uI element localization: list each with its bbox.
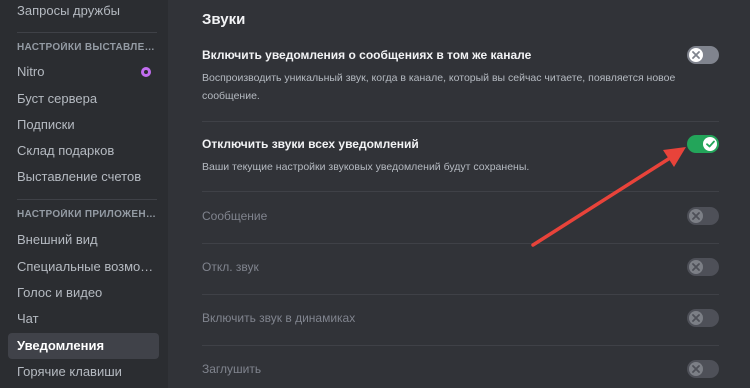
- sidebar-item-accessibility[interactable]: Специальные возмож...: [8, 254, 159, 280]
- sidebar-item-gift-inventory[interactable]: Склад подарков: [8, 138, 159, 164]
- sidebar-item-voice-video[interactable]: Голос и видео: [8, 280, 159, 306]
- setting-divider: [202, 191, 719, 192]
- sidebar-item-friend-requests[interactable]: Запросы дружбы: [8, 0, 159, 24]
- toggle-deafen-sound[interactable]: [687, 360, 719, 378]
- setting-title-mute: Откл. звук: [202, 260, 259, 274]
- setting-divider: [202, 243, 719, 244]
- setting-title-same-channel: Включить уведомления о сообщениях в том …: [202, 48, 532, 62]
- page-title: Звуки: [202, 11, 246, 28]
- sidebar-item-notifications[interactable]: Уведомления: [8, 333, 159, 359]
- check-icon: [703, 137, 717, 151]
- nitro-icon: [141, 67, 151, 77]
- setting-title-unmute-speakers: Включить звук в динамиках: [202, 311, 356, 325]
- setting-divider: [202, 294, 719, 295]
- sidebar-section-header-billing: НАСТРОЙКИ ВЫСТАВЛЕН...: [17, 42, 157, 53]
- x-icon: [689, 260, 703, 274]
- setting-description-disable-all-sounds: Ваши текущие настройки звуковых уведомле…: [202, 161, 530, 173]
- setting-title-message: Сообщение: [202, 209, 268, 223]
- toggle-same-channel-sound[interactable]: [687, 46, 719, 64]
- settings-sidebar: Запросы дружбы НАСТРОЙКИ ВЫСТАВЛЕН... Ni…: [0, 0, 168, 388]
- setting-description-same-channel: Воспроизводить уникальный звук, когда в …: [202, 72, 676, 102]
- toggle-mute-sound[interactable]: [687, 258, 719, 276]
- setting-divider: [202, 121, 719, 122]
- sidebar-item-chat[interactable]: Чат: [8, 306, 159, 332]
- x-icon: [689, 48, 703, 62]
- x-icon: [689, 311, 703, 325]
- toggle-disable-all-sounds[interactable]: [687, 135, 719, 153]
- sidebar-item-billing[interactable]: Выставление счетов: [8, 164, 159, 190]
- setting-title-disable-all-sounds: Отключить звуки всех уведомлений: [202, 137, 419, 151]
- settings-content: Звуки Включить уведомления о сообщениях …: [168, 0, 750, 388]
- toggle-message-sound[interactable]: [687, 207, 719, 225]
- setting-divider: [202, 345, 719, 346]
- sidebar-item-appearance[interactable]: Внешний вид: [8, 227, 159, 253]
- x-icon: [689, 209, 703, 223]
- toggle-unmute-speakers-sound[interactable]: [687, 309, 719, 327]
- sidebar-item-keybinds[interactable]: Горячие клавиши: [8, 359, 159, 385]
- sidebar-item-nitro[interactable]: Nitro: [8, 59, 159, 85]
- sidebar-divider: [17, 199, 157, 200]
- setting-title-deafen: Заглушить: [202, 362, 262, 376]
- sidebar-item-subscriptions[interactable]: Подписки: [8, 112, 159, 138]
- sidebar-item-label: Nitro: [17, 64, 45, 79]
- sidebar-item-server-boost[interactable]: Буст сервера: [8, 86, 159, 112]
- sidebar-section-header-app: НАСТРОЙКИ ПРИЛОЖЕНИЯ: [17, 209, 157, 220]
- x-icon: [689, 362, 703, 376]
- sidebar-divider: [17, 32, 157, 33]
